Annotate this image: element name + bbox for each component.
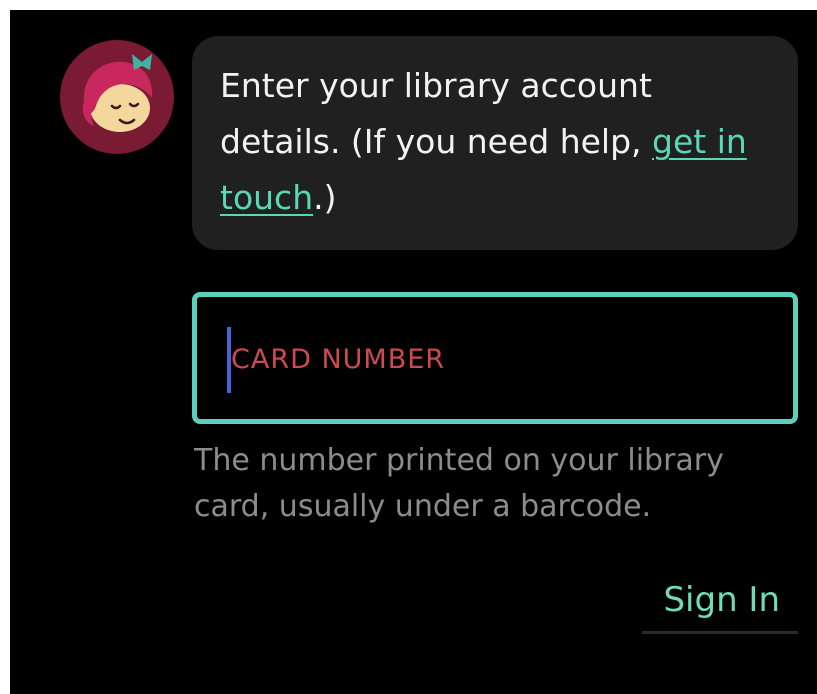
instruction-text-end: .): [313, 178, 337, 217]
libby-mascot-icon: [60, 40, 174, 154]
card-number-input[interactable]: CARD NUMBER: [192, 292, 798, 424]
sign-in-screen: Enter your library account details. (If …: [10, 10, 817, 694]
card-number-helper-text: The number printed on your library card,…: [194, 443, 724, 524]
sign-in-button[interactable]: Sign In: [642, 568, 798, 634]
card-number-label: CARD NUMBER: [231, 344, 446, 375]
instruction-bubble: Enter your library account details. (If …: [192, 36, 798, 250]
instruction-text: Enter your library account details. (If …: [220, 66, 653, 161]
